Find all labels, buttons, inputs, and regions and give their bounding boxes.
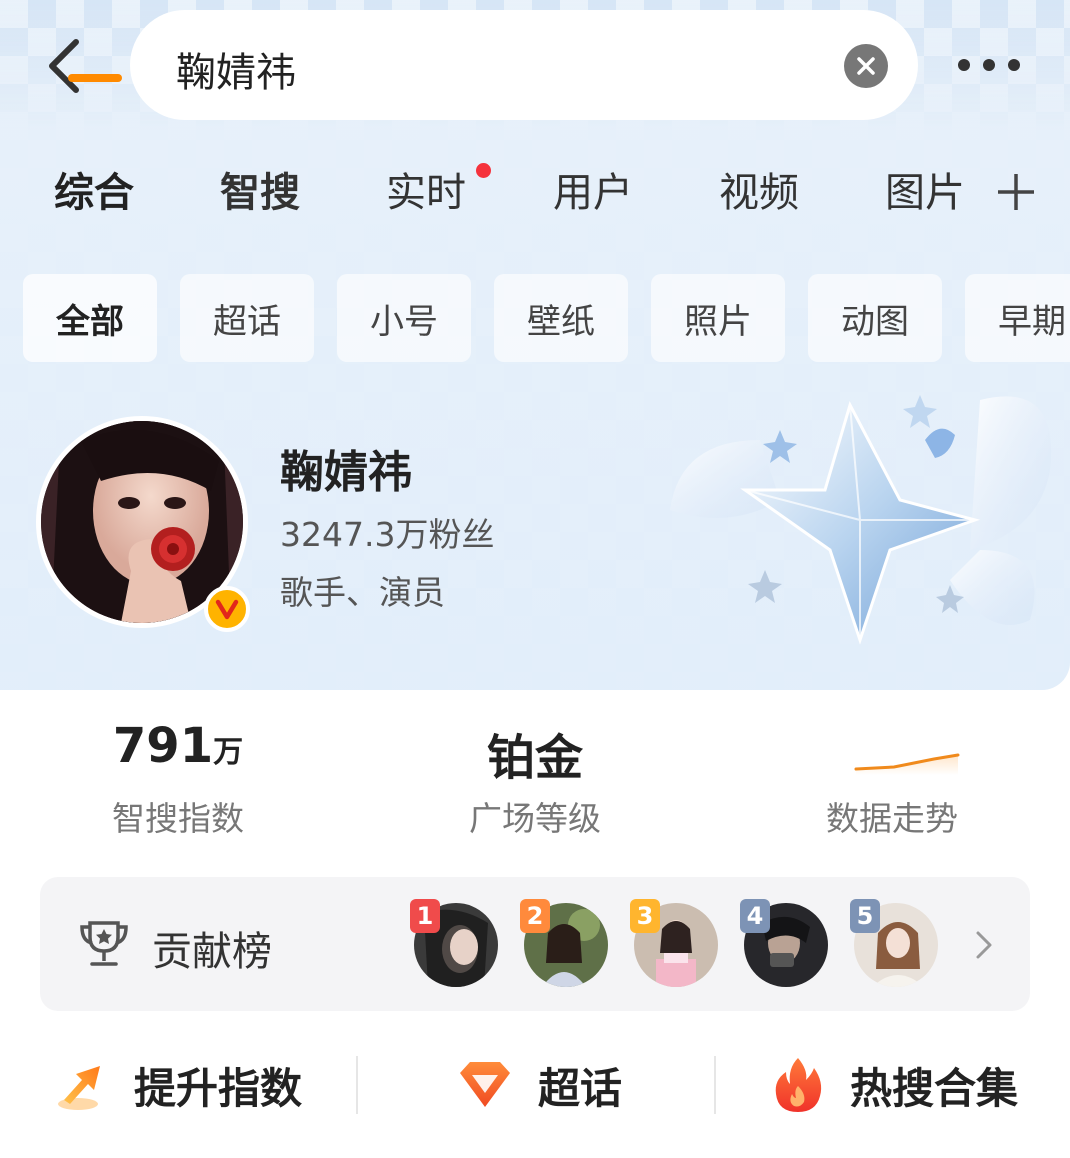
boost-index-button[interactable]: 提升指数: [56, 1050, 302, 1120]
filter-chips: 全部 超话 小号 壁纸 照片 动图 早期: [0, 274, 1070, 362]
chip-wallpaper[interactable]: 壁纸: [494, 274, 628, 362]
chip-all[interactable]: 全部: [23, 274, 157, 362]
smart-index-label: 智搜指数: [112, 799, 244, 838]
tab-realtime[interactable]: 实时: [386, 160, 466, 218]
plus-icon: [998, 174, 1034, 210]
fan-avatar[interactable]: 2: [520, 899, 608, 987]
plaza-level-label: 广场等级: [469, 799, 601, 838]
rank-badge: 2: [520, 899, 550, 933]
profile-name[interactable]: 鞠婧祎: [280, 436, 412, 500]
rank-badge: 5: [850, 899, 880, 933]
profile-tags: 歌手、演员: [280, 573, 445, 612]
verified-badge: [204, 586, 250, 632]
search-query[interactable]: 鞠婧祎: [176, 40, 296, 98]
chip-super-topic[interactable]: 超话: [180, 274, 314, 362]
diamond-icon: [460, 1062, 510, 1107]
fan-avatar[interactable]: 1: [410, 899, 498, 987]
flame-icon: [775, 1058, 822, 1112]
clear-button[interactable]: [844, 44, 888, 88]
chip-photos[interactable]: 照片: [651, 274, 785, 362]
profile-avatar[interactable]: [36, 416, 250, 632]
tab-videos[interactable]: 视频: [719, 160, 799, 218]
smart-index-value: 791万: [112, 718, 244, 774]
fan-avatar[interactable]: 4: [740, 899, 828, 987]
close-icon: [857, 57, 875, 75]
more-dot-icon: [983, 59, 995, 71]
smart-index-stat[interactable]: 791万 智搜指数: [58, 718, 298, 840]
active-tab-indicator: [68, 74, 122, 82]
boost-index-label: 提升指数: [134, 1063, 303, 1113]
chevron-left-icon: [49, 39, 79, 93]
back-button[interactable]: [40, 36, 90, 96]
chevron-right-icon: [976, 931, 992, 959]
contribution-label: 贡献榜: [152, 929, 272, 975]
divider: [356, 1056, 358, 1114]
search-field[interactable]: 鞠婧祎: [130, 10, 918, 120]
tab-smart-search[interactable]: 智搜: [220, 160, 300, 218]
rank-badge: 1: [410, 899, 440, 933]
hot-search-collection-button[interactable]: 热搜合集: [770, 1050, 1018, 1120]
fan-avatar[interactable]: 3: [630, 899, 718, 987]
data-trend-label: 数据走势: [826, 799, 958, 838]
tab-users[interactable]: 用户: [553, 160, 633, 218]
trend-sparkline: [854, 753, 960, 775]
plaza-level-stat[interactable]: 铂金 广场等级: [415, 718, 655, 840]
fan-avatar[interactable]: 5: [850, 899, 938, 987]
crystal-star-decoration: [670, 395, 1052, 645]
notification-dot: [476, 163, 491, 178]
quick-actions: 提升指数 超话 热搜合集: [0, 1050, 1070, 1120]
tab-comprehensive[interactable]: 综合: [54, 160, 134, 218]
super-topic-button[interactable]: 超话: [456, 1050, 622, 1120]
more-dot-icon: [1008, 59, 1020, 71]
search-tabs: 综合 智搜 实时 用户 视频 图片: [0, 160, 1070, 230]
trophy-icon: [80, 921, 128, 966]
more-options-button[interactable]: [958, 52, 1028, 78]
verified-v-icon: [215, 599, 239, 620]
rank-badge: 3: [630, 899, 660, 933]
data-trend-stat[interactable]: 数据走势: [772, 718, 1012, 840]
arrow-up-icon: [58, 1066, 100, 1110]
chip-early[interactable]: 早期: [965, 274, 1070, 362]
rank-badge: 4: [740, 899, 770, 933]
contribution-ranking[interactable]: 贡献榜 1 2 3 4 5: [40, 877, 1030, 1011]
super-topic-label: 超话: [538, 1063, 623, 1113]
tab-images[interactable]: 图片: [885, 160, 965, 218]
chip-alt-account[interactable]: 小号: [337, 274, 471, 362]
divider: [714, 1056, 716, 1114]
hot-search-collection-label: 热搜合集: [850, 1063, 1019, 1113]
plaza-level-value: 铂金: [486, 730, 583, 786]
add-tab-button[interactable]: [994, 170, 1038, 214]
chip-gifs[interactable]: 动图: [808, 274, 942, 362]
more-dot-icon: [958, 59, 970, 71]
profile-fans-count: 3247.3万粉丝: [280, 515, 495, 554]
